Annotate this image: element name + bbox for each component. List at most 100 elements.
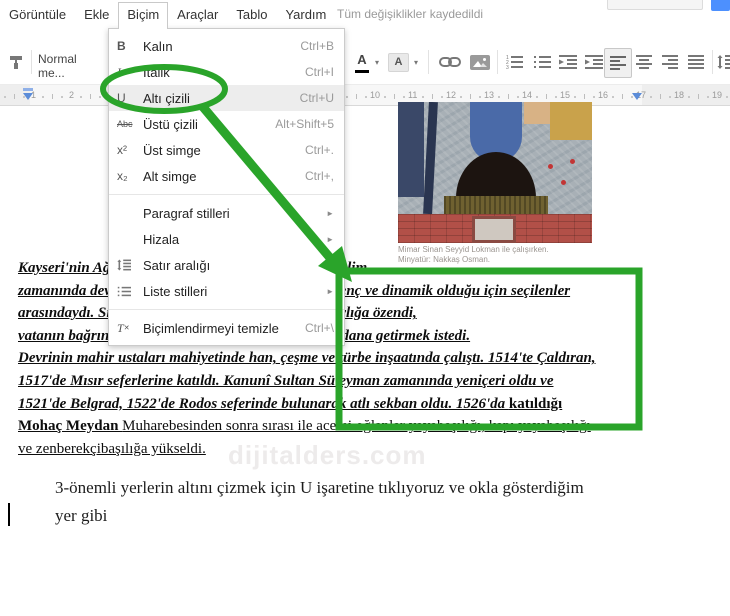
- format-menu-item-clear-formatting[interactable]: T ✕ Biçimlendirmeyi temizle Ctrl+\: [109, 315, 344, 341]
- instruction-line2[interactable]: yer gibi: [55, 506, 107, 526]
- bulleted-list-button[interactable]: [529, 48, 555, 76]
- doc-text-segment: katıldığı: [508, 395, 563, 412]
- format-menu-item-list-styles[interactable]: Liste stilleri ►: [109, 278, 344, 304]
- decrease-indent-button[interactable]: [555, 48, 581, 76]
- ruler-number: 12: [446, 90, 457, 100]
- increase-indent-icon: [585, 55, 603, 69]
- format-menu-item-subscript[interactable]: x₂ Alt simge Ctrl+,: [109, 163, 344, 189]
- miniature-image[interactable]: [398, 102, 592, 243]
- format-menu-item-strikethrough[interactable]: Abc Üstü çizili Alt+Shift+5: [109, 111, 344, 137]
- menu-item-label: Alt simge: [143, 168, 197, 184]
- doc-text-line[interactable]: Devrinin mahir ustaları mahiyetinde han,…: [18, 348, 596, 368]
- menu-item-label: Biçimlendirmeyi temizle: [143, 320, 279, 336]
- format-menu-item-bold[interactable]: B Kalın Ctrl+B: [109, 33, 344, 59]
- link-icon: [439, 57, 461, 67]
- highlight-color-button[interactable]: A: [387, 48, 410, 76]
- left-indent-marker[interactable]: [23, 93, 33, 100]
- format-menu-item-italic[interactable]: I İtalik Ctrl+I: [109, 59, 344, 85]
- clear-formatting-icon: T ✕: [117, 320, 130, 335]
- comments-button[interactable]: [607, 0, 703, 10]
- menubar-item-help[interactable]: Yardım: [276, 2, 335, 29]
- image-caption-line1: Mimar Sinan Seyyid Lokman ile çalışırken…: [398, 245, 549, 254]
- ruler-number: 13: [484, 90, 495, 100]
- ruler-dot: [650, 96, 652, 98]
- list-styles-icon: [117, 286, 143, 297]
- share-button[interactable]: [711, 0, 730, 11]
- ruler-number: 14: [522, 90, 533, 100]
- menu-item-label: İtalik: [143, 64, 170, 80]
- toolbar-divider: [31, 50, 32, 74]
- numbered-list-button[interactable]: 123: [501, 48, 527, 76]
- ruler-tick: [470, 94, 471, 99]
- ruler-dot: [479, 96, 481, 98]
- align-justify-button[interactable]: [684, 48, 708, 76]
- align-center-icon: [636, 55, 652, 69]
- ruler-dot: [403, 96, 405, 98]
- menu-item-label: Kalın: [143, 38, 173, 54]
- menubar-item-view[interactable]: Görüntüle: [0, 2, 75, 29]
- image-caption-line2: Minyatür: Nakkaş Osman.: [398, 255, 491, 264]
- paragraph-style-selector[interactable]: Normal me...: [38, 52, 104, 80]
- text-color-button[interactable]: A: [352, 48, 372, 76]
- menu-item-label: Liste stilleri: [143, 283, 208, 299]
- doc-text-line[interactable]: ve zenberekçibaşılığa yükseldi.: [18, 439, 206, 459]
- ruler-tick: [356, 94, 357, 99]
- insert-image-button[interactable]: [466, 48, 494, 76]
- image-caption: Mimar Sinan Seyyid Lokman ile çalışırken…: [398, 245, 578, 265]
- ruler-dot: [707, 96, 709, 98]
- menu-item-shortcut: Alt+Shift+5: [275, 117, 334, 131]
- menubar-item-table[interactable]: Tablo: [227, 2, 276, 29]
- underline-icon: U: [117, 91, 126, 105]
- align-right-button[interactable]: [658, 48, 682, 76]
- ruler-tick: [508, 94, 509, 99]
- toolbar-divider: [712, 50, 713, 74]
- format-menu-item-line-spacing[interactable]: Satır aralığı ►: [109, 252, 344, 278]
- format-menu-item-align[interactable]: Hizala ►: [109, 226, 344, 252]
- first-line-indent-marker[interactable]: [23, 88, 33, 91]
- ruler-dot: [517, 96, 519, 98]
- paint-format-button[interactable]: [4, 48, 28, 76]
- menu-item-label: Üst simge: [143, 142, 201, 158]
- format-menu-item-paragraph-styles[interactable]: Paragraf stilleri ►: [109, 200, 344, 226]
- ruler-number: 2: [69, 90, 75, 100]
- ruler-tick: [698, 94, 699, 99]
- ruler-dot: [460, 96, 462, 98]
- text-color-dropdown[interactable]: ▾: [372, 48, 382, 76]
- format-menu-item-superscript[interactable]: x² Üst simge Ctrl+.: [109, 137, 344, 163]
- doc-text-line[interactable]: 1517'de Mısır seferlerine katıldı. Kanun…: [18, 371, 553, 391]
- menu-item-label: Satır aralığı: [143, 257, 211, 273]
- ruler-dot: [422, 96, 424, 98]
- ruler-dot: [574, 96, 576, 98]
- menu-separator: [109, 309, 344, 310]
- menubar-item-insert[interactable]: Ekle: [75, 2, 118, 29]
- right-indent-marker[interactable]: [632, 93, 642, 100]
- line-spacing-button[interactable]: [716, 48, 730, 76]
- align-center-button[interactable]: [632, 48, 656, 76]
- menu-item-shortcut: Ctrl+.: [304, 143, 334, 157]
- doc-text-line[interactable]: 1521'de Belgrad, 1522'de Rodos seferinde…: [18, 394, 562, 414]
- ruler-dot: [536, 96, 538, 98]
- highlight-color-dropdown[interactable]: ▾: [411, 48, 421, 76]
- doc-text-line[interactable]: Mohaç Meydan Muharebesinden sonra sırası…: [18, 416, 591, 436]
- submenu-arrow-icon: ►: [326, 286, 334, 296]
- menubar-item-format[interactable]: Biçim: [118, 2, 169, 29]
- doc-text-segment: Mohaç Meydan: [18, 418, 123, 435]
- ruler-dot: [42, 96, 44, 98]
- menu-item-label: Altı çizili: [143, 90, 190, 106]
- ruler-number: 16: [598, 90, 609, 100]
- format-menu-item-underline[interactable]: U Altı çizili Ctrl+U: [109, 85, 344, 111]
- align-left-button[interactable]: [604, 48, 632, 78]
- doc-text-segment: Devrinin mahir ustaları mahiyetinde han,…: [18, 350, 596, 367]
- menu-item-shortcut: Ctrl+B: [300, 39, 334, 53]
- insert-link-button[interactable]: [436, 48, 464, 76]
- menubar-item-tools[interactable]: Araçlar: [168, 2, 227, 29]
- style-selector-label: Normal me...: [38, 52, 77, 80]
- toolbar-divider: [428, 50, 429, 74]
- ruler-tick: [622, 94, 623, 99]
- ruler-dot: [688, 96, 690, 98]
- instruction-line1[interactable]: 3-önemli yerlerin altını çizmek için U i…: [55, 478, 584, 498]
- ruler-dot: [498, 96, 500, 98]
- text-color-icon: A: [354, 51, 370, 73]
- menu-item-shortcut: Ctrl+,: [304, 169, 334, 183]
- menu-item-label: Hizala: [143, 231, 180, 247]
